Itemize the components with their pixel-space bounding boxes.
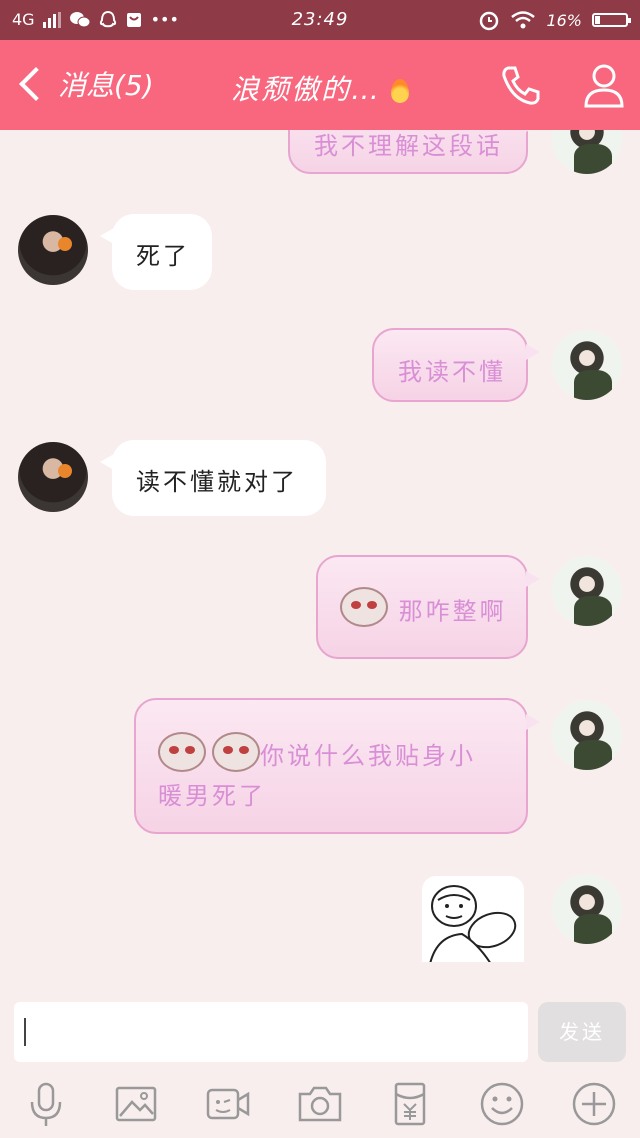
message-input[interactable] (14, 1002, 528, 1062)
battery-label: 16% (546, 10, 582, 30)
message-text: 我不理解这段话 (314, 132, 503, 160)
meme-sticker[interactable] (422, 876, 524, 962)
alarm-icon (480, 11, 499, 31)
plus-icon[interactable] (570, 1080, 618, 1128)
friend-avatar[interactable] (18, 215, 88, 285)
cat-emoji-icon (158, 731, 206, 772)
flame-icon (391, 79, 409, 103)
wifi-icon (511, 11, 536, 29)
input-bar: 发送 (0, 990, 640, 1070)
camera-icon[interactable] (296, 1080, 344, 1128)
image-icon[interactable] (112, 1080, 160, 1128)
my-avatar[interactable] (552, 874, 622, 944)
bottom-toolbar (0, 1070, 640, 1138)
message-text-line1: 你说什么我贴身小 (260, 742, 476, 770)
message-text: 那咋整啊 (398, 597, 507, 626)
profile-button[interactable] (582, 62, 626, 108)
red-packet-icon[interactable] (386, 1080, 434, 1128)
message-text: 我读不懂 (398, 358, 506, 386)
video-icon[interactable] (204, 1080, 252, 1128)
chat-title-text: 浪颓傲的… (230, 73, 381, 106)
message-bubble-sent[interactable]: 我读不懂 (372, 328, 540, 402)
text-caret (24, 1018, 26, 1046)
message-bubble-received[interactable]: 读不懂就对了 (100, 440, 326, 516)
message-list[interactable]: 我不理解这段话 死了 我读不懂 读不懂就对了 那咋整啊 你说什么我贴身小 暖男死… (0, 130, 640, 962)
message-text-line2: 暖男死了 (158, 782, 266, 810)
send-button[interactable]: 发送 (538, 1002, 626, 1062)
message-bubble-sent[interactable]: 那咋整啊 (316, 555, 540, 659)
message-bubble-received[interactable]: 死了 (100, 214, 212, 290)
my-avatar[interactable] (552, 556, 622, 626)
friend-avatar[interactable] (18, 442, 88, 512)
my-avatar[interactable] (552, 130, 622, 174)
message-text: 死了 (136, 242, 190, 270)
mic-icon[interactable] (22, 1080, 70, 1128)
status-bar: 4G ••• 23:49 16% (0, 0, 640, 40)
emoji-icon[interactable] (478, 1080, 526, 1128)
message-text: 读不懂就对了 (136, 468, 298, 496)
chat-title: 浪颓傲的… (0, 68, 640, 108)
cat-emoji-icon (212, 731, 260, 772)
phone-call-button[interactable] (498, 62, 544, 108)
message-bubble-sent[interactable]: 我不理解这段话 (288, 130, 540, 174)
battery-icon (592, 13, 631, 27)
sweat-cat-emoji-icon (340, 587, 388, 627)
message-bubble-sent[interactable]: 你说什么我贴身小 暖男死了 (134, 698, 540, 834)
my-avatar[interactable] (552, 330, 622, 400)
my-avatar[interactable] (552, 700, 622, 770)
chat-header: 消息(5) 浪颓傲的… (0, 40, 640, 130)
status-right: 16% (478, 9, 631, 31)
meme-sticker-icon (429, 885, 517, 962)
